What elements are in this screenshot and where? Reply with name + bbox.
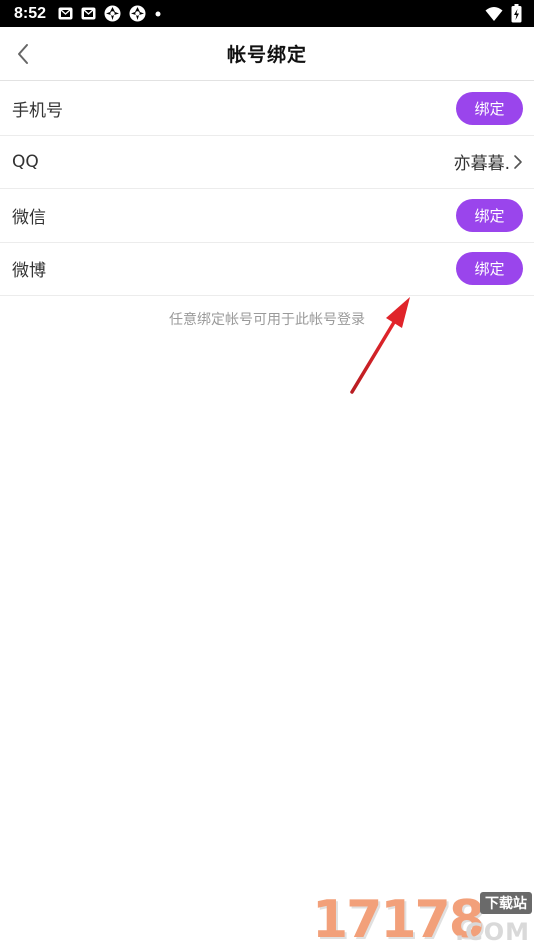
system-icons xyxy=(485,4,522,23)
bind-phone-button[interactable]: 绑定 xyxy=(456,91,523,125)
dot-icon xyxy=(155,11,161,16)
mail-icon xyxy=(81,7,96,20)
bind-weibo-button[interactable]: 绑定 xyxy=(456,252,523,286)
chevron-right-icon xyxy=(514,154,522,169)
page-title: 帐号绑定 xyxy=(226,44,307,66)
bind-hint-text: 任意绑定帐号可用于此帐号登录 xyxy=(169,312,365,328)
account-row-qq[interactable]: QQ 亦暮暮. xyxy=(0,136,534,189)
notification-icons xyxy=(58,5,162,22)
watermark-suffix: .COM xyxy=(454,918,530,946)
aperture-icon xyxy=(129,5,146,22)
account-label-qq: QQ xyxy=(12,151,39,172)
app-bar: 帐号绑定 xyxy=(0,27,534,81)
bind-wechat-button[interactable]: 绑定 xyxy=(456,198,523,232)
mail-icon xyxy=(58,7,73,20)
annotation-arrow xyxy=(350,297,410,394)
account-label-wechat: 微信 xyxy=(12,207,46,228)
status-bar: 8:52 xyxy=(0,0,534,27)
site-watermark: 17178 下载站 .COM xyxy=(312,888,534,950)
account-list: 手机号 绑定 QQ 亦暮暮. 微信 绑定 微博 绑定 xyxy=(0,82,534,296)
watermark-tag: 下载站 xyxy=(480,892,532,914)
account-row-wechat: 微信 绑定 xyxy=(0,189,534,243)
account-label-phone: 手机号 xyxy=(12,100,63,121)
aperture-icon xyxy=(104,5,121,22)
wifi-icon xyxy=(485,6,503,21)
battery-charging-icon xyxy=(511,4,522,23)
status-time: 8:52 xyxy=(14,4,47,22)
account-row-weibo: 微博 绑定 xyxy=(0,243,534,296)
qq-bound-nickname: 亦暮暮. xyxy=(453,154,510,175)
account-label-weibo: 微博 xyxy=(12,261,46,282)
chevron-left-icon[interactable] xyxy=(10,40,38,68)
account-row-phone: 手机号 绑定 xyxy=(0,82,534,136)
qq-bound-account[interactable]: 亦暮暮. xyxy=(454,149,523,174)
